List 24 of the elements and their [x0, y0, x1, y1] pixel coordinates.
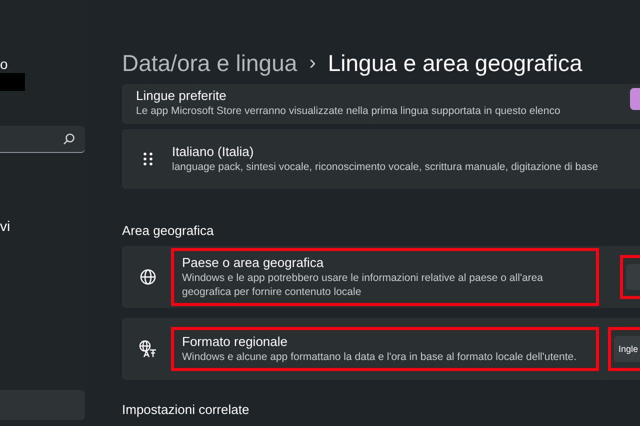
account-name: o [0, 56, 8, 72]
drag-handle-icon[interactable] [142, 152, 154, 166]
language-card[interactable]: Italiano (Italia) language pack, sintesi vocale, riconoscimento vocale, scrittura manuale, digitazione di base [122, 129, 640, 189]
search-icon [63, 133, 75, 145]
nav-item[interactable]: vi [0, 218, 10, 234]
setting-description: Windows e le app potrebbero usare le informazioni relative al paese o all'area geografica per fornire contenuto locale [182, 271, 544, 299]
language-name: Italiano (Italia) [172, 144, 255, 160]
setting-description: Windows e alcune app formattano la data e l'ora in base al formato locale dell'utente. [182, 350, 578, 364]
section-description: Le app Microsoft Store verranno visualizzate nella prima lingua supportata in questo elenco [136, 104, 560, 118]
search-field[interactable] [0, 126, 85, 153]
breadcrumb-separator: › [309, 52, 316, 74]
section-heading: Impostazioni correlate [122, 402, 250, 417]
dropdown[interactable]: Ingle [614, 336, 640, 362]
setting-title: Paese o area geografica [182, 255, 325, 271]
language-features: language pack, sintesi vocale, riconoscimento vocale, scrittura manuale, digitazione di base [172, 160, 598, 174]
section-heading: Area geografica [122, 223, 215, 238]
add-language-button[interactable] [630, 88, 640, 110]
breadcrumb-parent[interactable]: Data/ora e lingua [122, 50, 298, 76]
section-title: Lingue preferite [136, 88, 228, 104]
globe-icon [139, 268, 157, 286]
page-title: Lingua e area geografica [328, 50, 582, 76]
setting-title: Formato regionale [182, 334, 288, 350]
globe-language-icon [139, 340, 157, 358]
redacted-block [0, 73, 25, 91]
